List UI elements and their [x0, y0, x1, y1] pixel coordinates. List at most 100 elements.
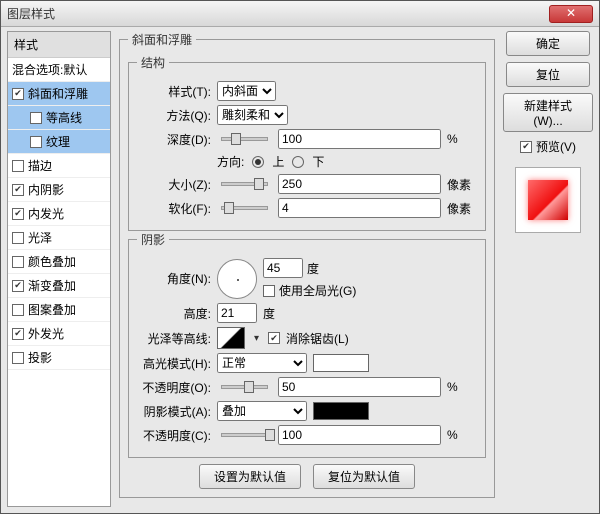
style-checkbox[interactable] [30, 136, 42, 148]
style-label: 内阴影 [28, 181, 64, 198]
technique-select[interactable]: 雕刻柔和 [217, 105, 288, 125]
style-label: 内发光 [28, 205, 64, 222]
angle-label: 角度(N): [137, 270, 211, 287]
blending-options-label: 混合选项:默认 [12, 61, 87, 78]
style-label: 渐变叠加 [28, 277, 76, 294]
shading-group: 阴影 角度(N): 度 使用全局光(G) [128, 231, 486, 458]
gloss-contour-swatch[interactable] [217, 327, 245, 349]
window-title: 图层样式 [7, 5, 549, 22]
soften-unit: 像素 [447, 200, 477, 217]
new-style-button[interactable]: 新建样式(W)... [503, 93, 593, 132]
style-checkbox[interactable] [12, 256, 24, 268]
highlight-opacity-slider[interactable] [221, 385, 268, 389]
styles-header: 样式 [8, 32, 110, 58]
style-checkbox[interactable] [12, 352, 24, 364]
style-label: 外发光 [28, 325, 64, 342]
style-checkbox[interactable] [12, 304, 24, 316]
depth-unit: % [447, 132, 477, 146]
size-label: 大小(Z): [137, 176, 211, 193]
cancel-button[interactable]: 复位 [506, 62, 590, 87]
style-label: 光泽 [28, 229, 52, 246]
soften-slider[interactable] [221, 206, 268, 210]
shadow-opacity-input[interactable] [278, 425, 441, 445]
size-input[interactable] [278, 174, 441, 194]
style-row-2[interactable]: 纹理 [8, 130, 110, 154]
structure-legend: 结构 [137, 54, 169, 71]
style-label: 描边 [28, 157, 52, 174]
style-row-0[interactable]: 斜面和浮雕 [8, 82, 110, 106]
highlight-opacity-input[interactable] [278, 377, 441, 397]
layer-style-dialog: 图层样式 ✕ 样式 混合选项:默认 斜面和浮雕等高线纹理描边内阴影内发光光泽颜色… [0, 0, 600, 514]
style-row-6[interactable]: 光泽 [8, 226, 110, 250]
depth-label: 深度(D): [137, 131, 211, 148]
style-checkbox[interactable] [12, 184, 24, 196]
style-row-5[interactable]: 内发光 [8, 202, 110, 226]
shadow-opacity-slider[interactable] [221, 433, 268, 437]
gloss-label: 光泽等高线: [137, 330, 211, 347]
style-row-7[interactable]: 颜色叠加 [8, 250, 110, 274]
ok-button[interactable]: 确定 [506, 31, 590, 56]
style-checkbox[interactable] [12, 160, 24, 172]
gloss-contour-dropdown[interactable]: ▾ [251, 333, 262, 344]
shadow-opacity-unit: % [447, 428, 477, 442]
angle-input[interactable] [263, 258, 303, 278]
direction-down-label: 下 [312, 153, 324, 170]
size-unit: 像素 [447, 176, 477, 193]
style-row-11[interactable]: 投影 [8, 346, 110, 370]
style-checkbox[interactable] [12, 232, 24, 244]
direction-up-radio[interactable] [252, 156, 264, 168]
style-label: 投影 [28, 349, 52, 366]
blending-options-row[interactable]: 混合选项:默认 [8, 58, 110, 82]
depth-input[interactable] [278, 129, 441, 149]
shadow-mode-select[interactable]: 叠加 [217, 401, 307, 421]
highlight-mode-select[interactable]: 正常 [217, 353, 307, 373]
structure-group: 结构 样式(T): 内斜面 方法(Q): 雕刻柔和 深度(D): % [128, 54, 486, 231]
style-row-8[interactable]: 渐变叠加 [8, 274, 110, 298]
shadow-color-swatch[interactable] [313, 402, 369, 420]
style-row-3[interactable]: 描边 [8, 154, 110, 178]
style-label: 图案叠加 [28, 301, 76, 318]
main-panel: 斜面和浮雕 结构 样式(T): 内斜面 方法(Q): 雕刻柔和 深度(D): [119, 31, 495, 507]
soften-input[interactable] [278, 198, 441, 218]
altitude-input[interactable] [217, 303, 257, 323]
preview-box [515, 167, 581, 233]
reset-default-button[interactable]: 复位为默认值 [313, 464, 415, 489]
highlight-opacity-unit: % [447, 380, 477, 394]
direction-down-radio[interactable] [292, 156, 304, 168]
angle-dial[interactable] [217, 259, 257, 299]
angle-unit: 度 [307, 260, 319, 277]
antialias-checkbox[interactable] [268, 332, 280, 344]
highlight-color-swatch[interactable] [313, 354, 369, 372]
style-checkbox[interactable] [12, 88, 24, 100]
right-panel: 确定 复位 新建样式(W)... 预览(V) [503, 31, 593, 507]
style-checkbox[interactable] [12, 208, 24, 220]
bevel-emboss-group: 斜面和浮雕 结构 样式(T): 内斜面 方法(Q): 雕刻柔和 深度(D): [119, 31, 495, 498]
make-default-button[interactable]: 设置为默认值 [199, 464, 301, 489]
style-checkbox[interactable] [30, 112, 42, 124]
style-row-4[interactable]: 内阴影 [8, 178, 110, 202]
size-slider[interactable] [221, 182, 268, 186]
global-light-checkbox[interactable] [263, 285, 275, 297]
styles-panel: 样式 混合选项:默认 斜面和浮雕等高线纹理描边内阴影内发光光泽颜色叠加渐变叠加图… [7, 31, 111, 507]
close-button[interactable]: ✕ [549, 5, 593, 23]
shadow-opacity-label: 不透明度(C): [137, 427, 211, 444]
style-label: 颜色叠加 [28, 253, 76, 270]
style-row-1[interactable]: 等高线 [8, 106, 110, 130]
preview-label: 预览(V) [536, 138, 576, 155]
technique-label: 方法(Q): [137, 107, 211, 124]
style-select[interactable]: 内斜面 [217, 81, 276, 101]
antialias-label: 消除锯齿(L) [286, 330, 349, 347]
style-checkbox[interactable] [12, 280, 24, 292]
altitude-unit: 度 [263, 305, 275, 322]
altitude-label: 高度: [137, 305, 211, 322]
style-row-9[interactable]: 图案叠加 [8, 298, 110, 322]
style-label: 样式(T): [137, 83, 211, 100]
style-row-10[interactable]: 外发光 [8, 322, 110, 346]
highlight-opacity-label: 不透明度(O): [137, 379, 211, 396]
style-checkbox[interactable] [12, 328, 24, 340]
direction-label: 方向: [217, 153, 244, 170]
depth-slider[interactable] [221, 137, 268, 141]
style-label: 纹理 [46, 133, 70, 150]
preview-checkbox[interactable] [520, 141, 532, 153]
preview-shape [528, 180, 568, 220]
